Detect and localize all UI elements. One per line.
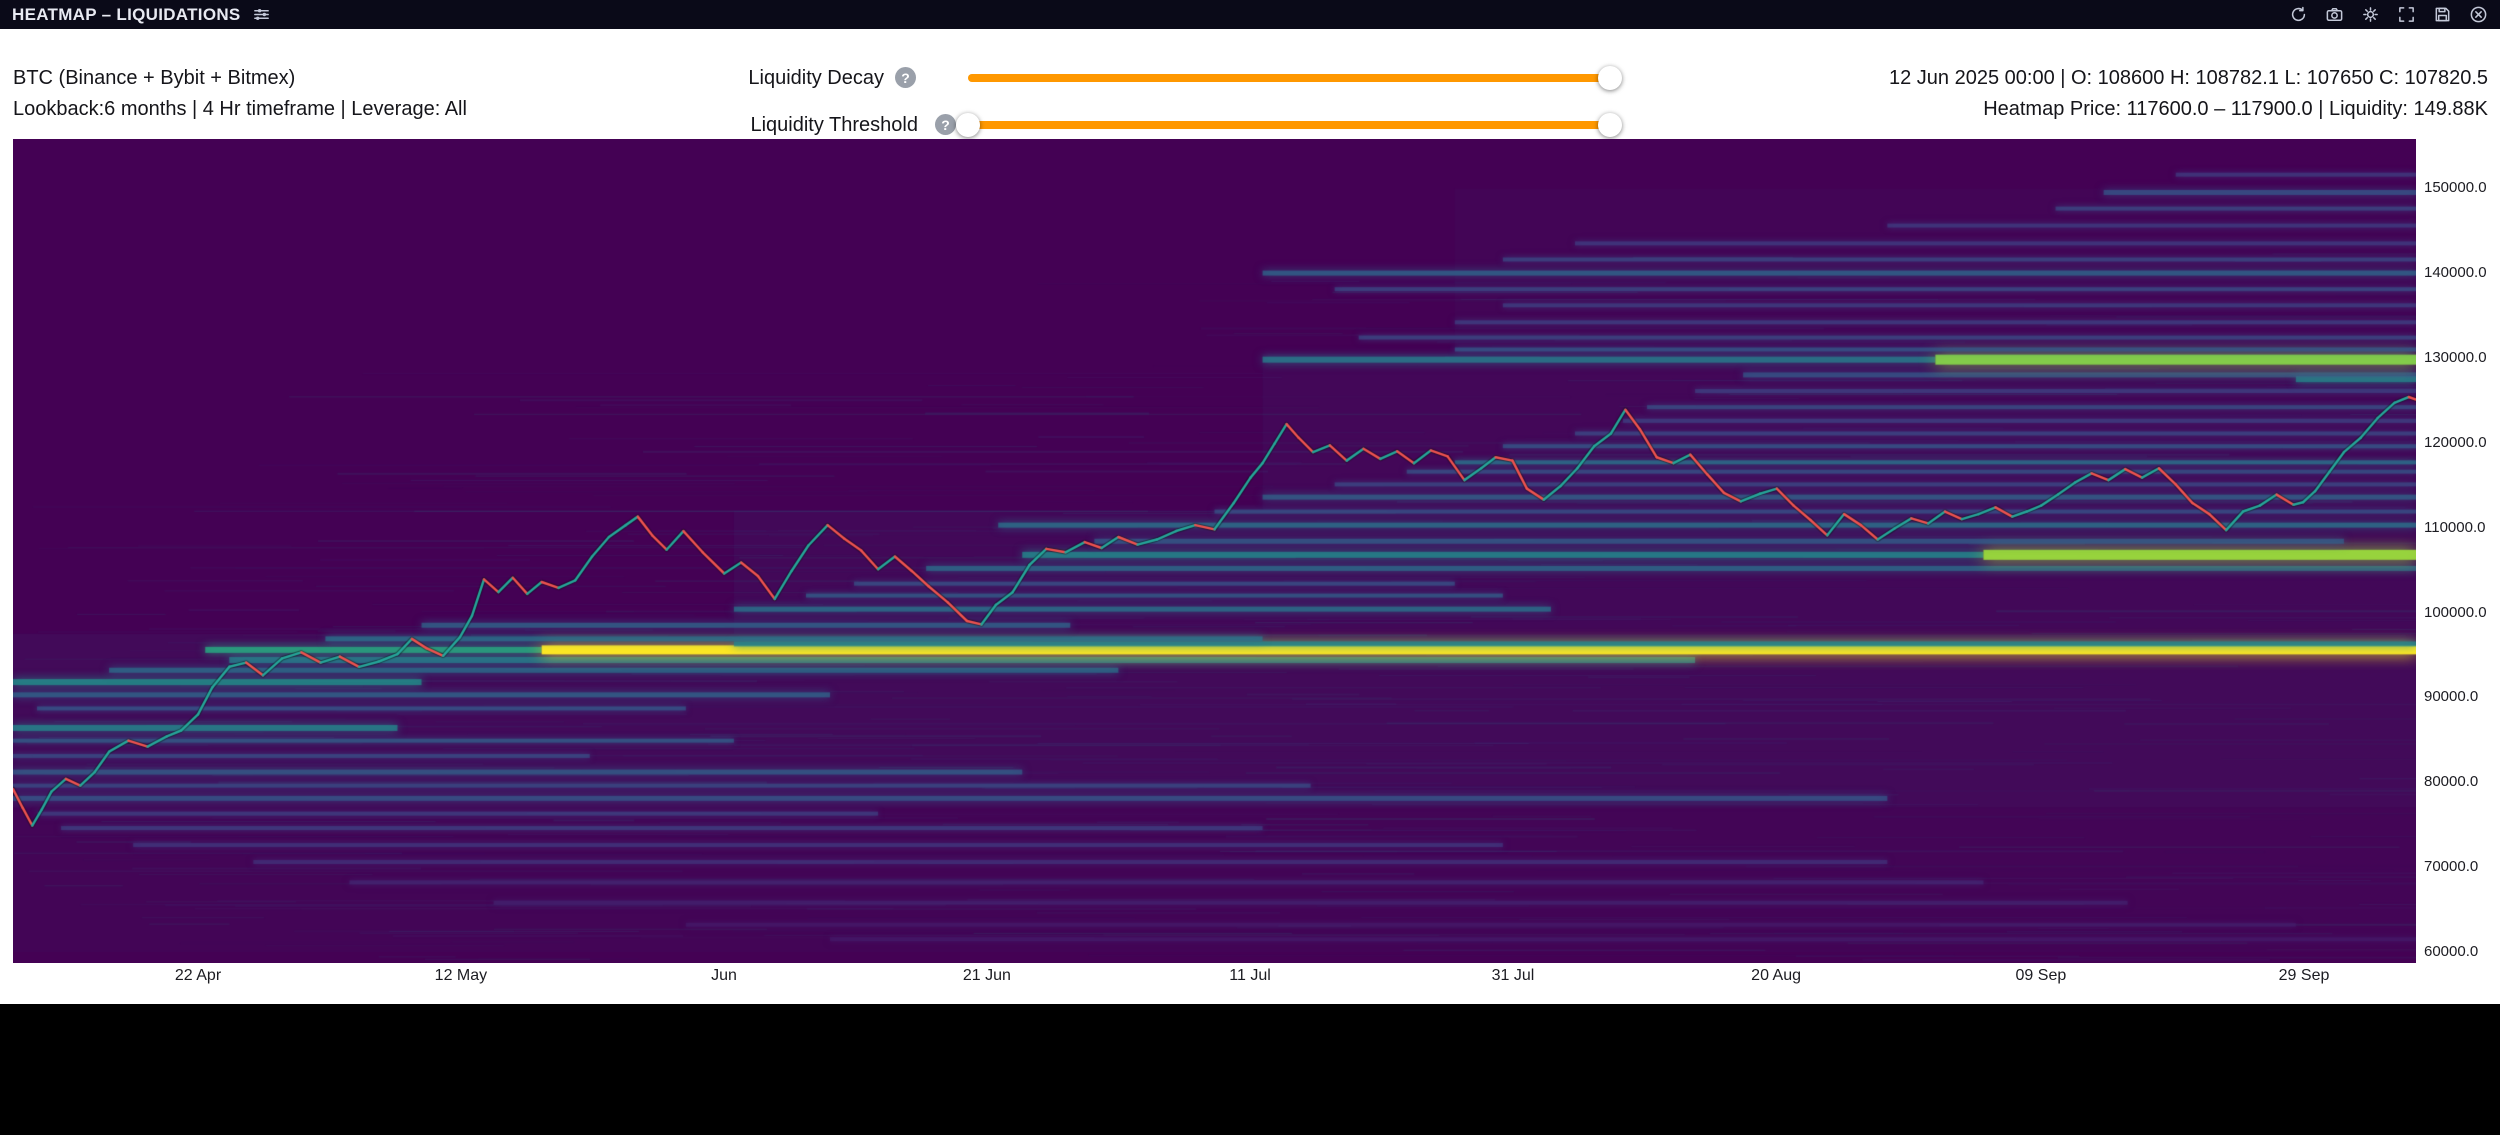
tune-icon[interactable] [252,5,271,24]
price-axis-label: 70000.0 [2424,858,2478,876]
time-axis-label: 09 Sep [2016,967,2067,985]
time-axis-label: 12 May [435,967,487,985]
slider-handle-low[interactable] [956,113,980,137]
liquidation-heatmap-chart[interactable] [13,139,2416,963]
price-axis-label: 90000.0 [2424,688,2478,706]
time-axis-label: 11 Jul [1229,967,1271,985]
refresh-icon[interactable] [2289,5,2308,24]
liquidity-decay-label: Liquidity Decay [640,67,884,89]
price-axis-label: 120000.0 [2424,434,2487,452]
slider-fill [968,74,1610,82]
title-bar-actions [2289,5,2488,24]
bottom-panel: 0.001.00M2.00M Last Updated: 07 Oct 2025… [0,1004,2500,1135]
time-axis-label: 29 Sep [2279,967,2330,985]
price-axis-label: 130000.0 [2424,349,2487,367]
symbol-exchanges-text: BTC (Binance + Bybit + Bitmex) [13,67,295,89]
slider-handle-high[interactable] [1598,113,1622,137]
time-axis-label: 21 Jun [963,967,1011,985]
save-icon[interactable] [2433,5,2452,24]
time-axis-label: 20 Aug [1751,967,1801,985]
lookback-settings-text: Lookback:6 months | 4 Hr timeframe | Lev… [13,98,467,120]
price-axis-label: 150000.0 [2424,179,2487,197]
slider-fill [968,121,1610,129]
price-axis-label: 110000.0 [2424,519,2485,537]
camera-icon[interactable] [2325,5,2344,24]
liquidity-threshold-label: Liquidity Threshold [640,114,918,136]
heatmap-price-readout-text: Heatmap Price: 117600.0 – 117900.0 | Liq… [1983,98,2488,120]
time-axis-label: 22 Apr [175,967,221,985]
slider-handle[interactable] [1598,66,1622,90]
ohlc-readout-text: 12 Jun 2025 00:00 | O: 108600 H: 108782.… [1889,67,2488,89]
liquidity-decay-slider[interactable] [968,66,1610,90]
help-icon[interactable]: ? [895,67,916,88]
price-axis-label: 60000.0 [2424,943,2478,961]
time-axis-label: 31 Jul [1492,967,1535,985]
time-axis-label: Jun [711,967,737,985]
app-window: HEATMAP – LIQUIDATIONS [0,0,2500,1135]
price-axis-label: 100000.0 [2424,604,2487,622]
help-icon[interactable]: ? [935,114,956,135]
title-bar: HEATMAP – LIQUIDATIONS [0,0,2500,29]
settings-gear-icon[interactable] [2361,5,2380,24]
close-icon[interactable] [2469,5,2488,24]
expand-icon[interactable] [2397,5,2416,24]
page-title: HEATMAP – LIQUIDATIONS [12,5,241,25]
liquidity-threshold-slider[interactable] [968,113,1610,137]
title-bar-left: HEATMAP – LIQUIDATIONS [12,5,271,25]
price-axis-label: 80000.0 [2424,773,2478,791]
price-axis-label: 140000.0 [2424,264,2487,282]
